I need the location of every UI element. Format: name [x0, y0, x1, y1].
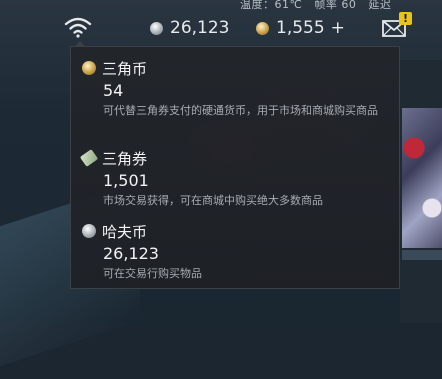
currency-item-hafu-coin: 哈夫币 26,123 可在交易行购买物品 [82, 220, 403, 283]
currency-value: 26,123 [103, 244, 159, 263]
fps-label: 帧率 [314, 0, 338, 11]
currency-name: 三角币 [102, 59, 148, 78]
add-currency-button[interactable]: + [331, 18, 345, 38]
currency-name: 三角券 [102, 149, 148, 168]
currency-description: 可代替三角券支付的硬通货币，用于市场和商城购买商品 [103, 104, 378, 117]
sanjiao-coin-icon [256, 21, 269, 35]
currency-description: 可在交易行购买物品 [103, 267, 202, 280]
fps-value: 60 [341, 0, 357, 11]
item-preview-image [402, 108, 442, 260]
hafu-coin-amount: 26,123 [170, 18, 230, 38]
sanjiao-coin-icon [82, 61, 96, 75]
wifi-icon [64, 17, 92, 38]
sanjiao-coin-amount: 1,555 [276, 18, 325, 38]
hafu-coin-icon [82, 224, 96, 238]
top-bar: 温度：61℃ 帧率 60 延迟 26,123 1,555 + ! [0, 0, 442, 46]
currency-value: 54 [103, 81, 124, 100]
currency-item-sanjiao-ticket: 三角券 1,501 市场交易获得，可在商城中购买绝大多数商品 [79, 147, 403, 210]
system-stats: 温度：61℃ 帧率 60 延迟 [240, 0, 391, 12]
latency-label: 延迟 [368, 0, 392, 11]
currency-name: 哈夫币 [102, 222, 148, 241]
hafu-coin-balance[interactable]: 26,123 [150, 17, 229, 39]
currency-item-sanjiao-coin: 三角币 54 可代替三角券支付的硬通货币，用于市场和商城购买商品 [82, 57, 403, 120]
temperature-label: 温度： [240, 0, 275, 11]
currency-description: 市场交易获得，可在商城中购买绝大多数商品 [103, 194, 323, 207]
sanjiao-coin-balance[interactable]: 1,555 + [256, 17, 345, 39]
sanjiao-ticket-icon [79, 149, 99, 167]
currency-value: 1,501 [103, 171, 149, 190]
temperature-value: 61℃ [274, 0, 303, 11]
hafu-coin-icon [150, 21, 163, 35]
mail-alert-badge: ! [399, 12, 412, 25]
